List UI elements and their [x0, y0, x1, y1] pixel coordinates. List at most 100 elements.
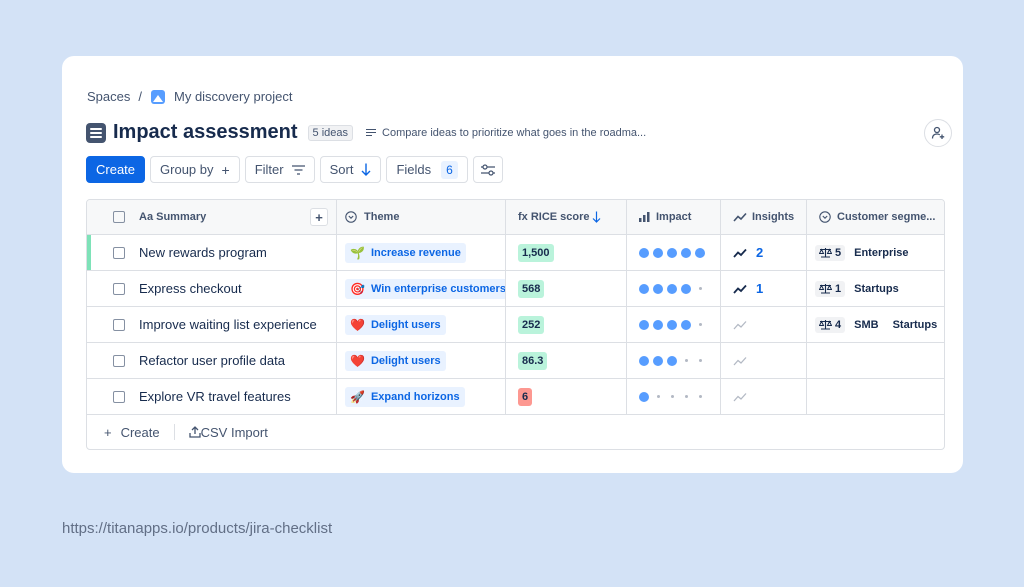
- segment-cell[interactable]: [807, 343, 944, 378]
- idea-summary[interactable]: New rewards program: [139, 245, 267, 260]
- col-impact-label: Impact: [656, 211, 692, 223]
- summary-cell[interactable]: Refactor user profile data: [87, 343, 337, 378]
- fields-label: Fields: [396, 162, 432, 177]
- view-description[interactable]: Compare ideas to prioritize what goes in…: [366, 127, 646, 139]
- select-all-checkbox[interactable]: [113, 211, 125, 223]
- row-checkbox[interactable]: [113, 246, 125, 259]
- rice-cell[interactable]: 86.3: [506, 343, 627, 378]
- impact-dot-filled: [639, 319, 649, 330]
- fields-button[interactable]: Fields 6: [386, 156, 468, 183]
- insights-count[interactable]: 2: [756, 245, 763, 260]
- col-theme-label: Theme: [364, 211, 400, 223]
- filter-button[interactable]: Filter: [244, 156, 315, 183]
- table-row[interactable]: Improve waiting list experience ❤️ Delig…: [87, 307, 944, 343]
- impact-cell[interactable]: [627, 379, 721, 414]
- chevron-circle-icon: [819, 211, 831, 223]
- theme-cell[interactable]: 🚀 Expand horizons: [337, 379, 506, 414]
- theme-emoji-icon: ❤️: [350, 353, 365, 368]
- insights-cell[interactable]: 2: [721, 235, 807, 270]
- impact-cell[interactable]: [627, 343, 721, 378]
- impact-dot-empty: [698, 395, 702, 398]
- idea-summary[interactable]: Improve waiting list experience: [139, 317, 317, 332]
- rice-cell[interactable]: 568: [506, 271, 627, 306]
- row-checkbox[interactable]: [113, 318, 125, 331]
- theme-cell[interactable]: 🌱 Increase revenue: [337, 235, 506, 270]
- create-button[interactable]: Create: [86, 156, 146, 183]
- col-summary[interactable]: Aa Summary +: [87, 200, 337, 234]
- theme-cell[interactable]: 🎯 Win enterprise customers: [337, 271, 506, 306]
- col-rice[interactable]: fx RICE score: [506, 200, 627, 234]
- rice-cell[interactable]: 252: [506, 307, 627, 342]
- theme-pill[interactable]: 🌱 Increase revenue: [345, 242, 466, 263]
- trend-icon: [733, 284, 747, 294]
- rice-cell[interactable]: 6: [506, 379, 627, 414]
- row-checkbox[interactable]: [113, 390, 125, 403]
- rice-cell[interactable]: 1,500: [506, 235, 627, 270]
- col-segment[interactable]: Customer segme...: [807, 200, 944, 234]
- breadcrumb-spaces[interactable]: Spaces: [87, 89, 130, 104]
- theme-label: Increase revenue: [370, 246, 461, 259]
- group-by-button[interactable]: Group by +: [150, 156, 240, 183]
- summary-cell[interactable]: New rewards program: [87, 235, 337, 270]
- theme-pill[interactable]: 🚀 Expand horizons: [345, 386, 465, 407]
- impact-dot-empty: [684, 395, 688, 398]
- view-settings-button[interactable]: [472, 156, 503, 183]
- segment-cell[interactable]: 1 Startups: [807, 271, 944, 306]
- impact-dot-empty: [698, 359, 702, 362]
- impact-rating: [639, 319, 705, 330]
- theme-pill[interactable]: ❤️ Delight users: [345, 314, 446, 335]
- csv-import-button[interactable]: CSV Import: [201, 425, 268, 440]
- table-row[interactable]: Express checkout 🎯 Win enterprise custom…: [87, 271, 944, 307]
- arrow-down-icon: [361, 163, 371, 176]
- impact-cell[interactable]: [627, 235, 721, 270]
- impact-cell[interactable]: [627, 271, 721, 306]
- summary-cell[interactable]: Improve waiting list experience: [87, 307, 337, 342]
- insights-cell[interactable]: [721, 379, 807, 414]
- segment-count-badge: 1: [815, 280, 846, 297]
- segment-cell[interactable]: [807, 379, 944, 414]
- breadcrumb-separator: /: [138, 89, 142, 104]
- table-footer: + Create CSV Import: [87, 415, 944, 449]
- row-checkbox[interactable]: [113, 282, 125, 295]
- table-row[interactable]: Explore VR travel features 🚀 Expand hori…: [87, 379, 944, 415]
- summary-cell[interactable]: Explore VR travel features: [87, 379, 337, 414]
- source-url: https://titanapps.io/products/jira-check…: [62, 520, 333, 537]
- add-column-button[interactable]: +: [310, 208, 328, 226]
- segment-tag: Startups: [854, 282, 899, 295]
- breadcrumb-project[interactable]: My discovery project: [174, 89, 292, 104]
- insights-cell[interactable]: [721, 307, 807, 342]
- insights-cell[interactable]: [721, 343, 807, 378]
- impact-rating: [639, 247, 705, 258]
- theme-cell[interactable]: ❤️ Delight users: [337, 307, 506, 342]
- theme-cell[interactable]: ❤️ Delight users: [337, 343, 506, 378]
- table-row[interactable]: New rewards program 🌱 Increase revenue 1…: [87, 235, 944, 271]
- theme-pill[interactable]: 🎯 Win enterprise customers: [345, 278, 505, 299]
- trend-icon: [733, 320, 747, 329]
- table-row[interactable]: Refactor user profile data ❤️ Delight us…: [87, 343, 944, 379]
- insights-count[interactable]: 1: [756, 281, 763, 296]
- add-user-button[interactable]: [924, 119, 952, 147]
- page-title: Impact assessment: [113, 121, 298, 143]
- col-theme[interactable]: Theme: [337, 200, 506, 234]
- impact-dot-filled: [639, 355, 649, 366]
- segment-cell[interactable]: 5 Enterprise: [807, 235, 944, 270]
- col-impact[interactable]: Impact: [627, 200, 721, 234]
- insights-cell[interactable]: 1: [721, 271, 807, 306]
- trend-icon: [733, 392, 747, 401]
- footer-create-button[interactable]: Create: [121, 425, 160, 440]
- idea-summary[interactable]: Refactor user profile data: [139, 353, 285, 368]
- impact-cell[interactable]: [627, 307, 721, 342]
- impact-dot-filled: [681, 319, 691, 330]
- project-icon: [151, 89, 165, 104]
- col-insights[interactable]: Insights: [721, 200, 807, 234]
- impact-dot-filled: [653, 355, 663, 366]
- rice-score: 6: [518, 387, 533, 406]
- trend-icon: [733, 212, 747, 222]
- row-checkbox[interactable]: [113, 354, 125, 367]
- segment-cell[interactable]: 4 SMB Startups: [807, 307, 944, 342]
- idea-summary[interactable]: Express checkout: [139, 281, 242, 296]
- theme-pill[interactable]: ❤️ Delight users: [345, 350, 446, 371]
- sort-button[interactable]: Sort: [319, 156, 382, 183]
- idea-summary[interactable]: Explore VR travel features: [139, 389, 291, 404]
- summary-cell[interactable]: Express checkout: [87, 271, 337, 306]
